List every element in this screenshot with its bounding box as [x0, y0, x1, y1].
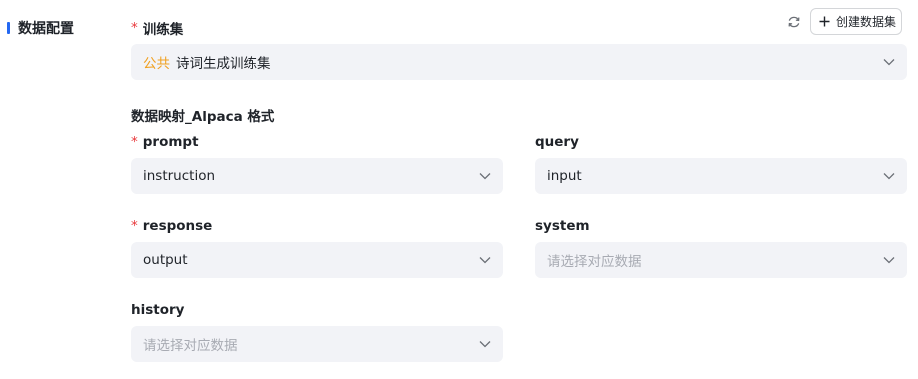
- system-select-placeholder: 请选择对应数据: [547, 254, 642, 270]
- chevron-down-icon: [883, 256, 895, 264]
- query-select-value: input: [547, 168, 582, 184]
- history-select[interactable]: 请选择对应数据: [131, 326, 503, 362]
- section-accent-bar: [7, 22, 10, 34]
- history-label-text: history: [131, 302, 185, 318]
- system-label-text: system: [535, 218, 590, 234]
- history-label: history: [131, 301, 184, 319]
- prompt-select-value: instruction: [143, 168, 216, 184]
- section-title: 数据配置: [7, 19, 74, 37]
- response-select-value: output: [143, 252, 188, 268]
- create-dataset-button[interactable]: 创建数据集: [810, 8, 902, 35]
- create-dataset-label: 创建数据集: [836, 15, 897, 29]
- dataset-select-value: 公共 诗词生成训练集: [143, 52, 883, 72]
- prompt-label-text: prompt: [142, 134, 199, 150]
- plus-icon: [818, 16, 830, 28]
- required-mark: *: [131, 20, 138, 36]
- dataset-name: 诗词生成训练集: [176, 56, 271, 72]
- prompt-select[interactable]: instruction: [131, 158, 503, 194]
- dataset-select[interactable]: 公共 诗词生成训练集: [131, 44, 907, 80]
- prompt-label: * prompt: [131, 133, 199, 151]
- history-select-placeholder: 请选择对应数据: [143, 338, 238, 354]
- chevron-down-icon: [479, 256, 491, 264]
- system-select[interactable]: 请选择对应数据: [535, 242, 907, 278]
- query-label: query: [535, 133, 579, 151]
- chevron-down-icon: [883, 172, 895, 180]
- response-label: * response: [131, 217, 212, 235]
- chevron-down-icon: [479, 172, 491, 180]
- response-select[interactable]: output: [131, 242, 503, 278]
- dataset-label-text: 训练集: [142, 22, 184, 38]
- query-select[interactable]: input: [535, 158, 907, 194]
- refresh-button[interactable]: [785, 13, 802, 30]
- chevron-down-icon: [883, 58, 895, 66]
- required-mark: *: [131, 218, 138, 234]
- public-tag: 公共: [143, 56, 170, 72]
- mapping-heading: 数据映射_Alpaca 格式: [131, 109, 275, 125]
- query-label-text: query: [535, 134, 579, 150]
- refresh-icon: [788, 16, 799, 27]
- section-title-text: 数据配置: [18, 21, 74, 37]
- system-label: system: [535, 217, 590, 235]
- response-label-text: response: [142, 218, 213, 234]
- dataset-label: * 训练集: [131, 19, 184, 38]
- chevron-down-icon: [479, 340, 491, 348]
- required-mark: *: [131, 134, 138, 150]
